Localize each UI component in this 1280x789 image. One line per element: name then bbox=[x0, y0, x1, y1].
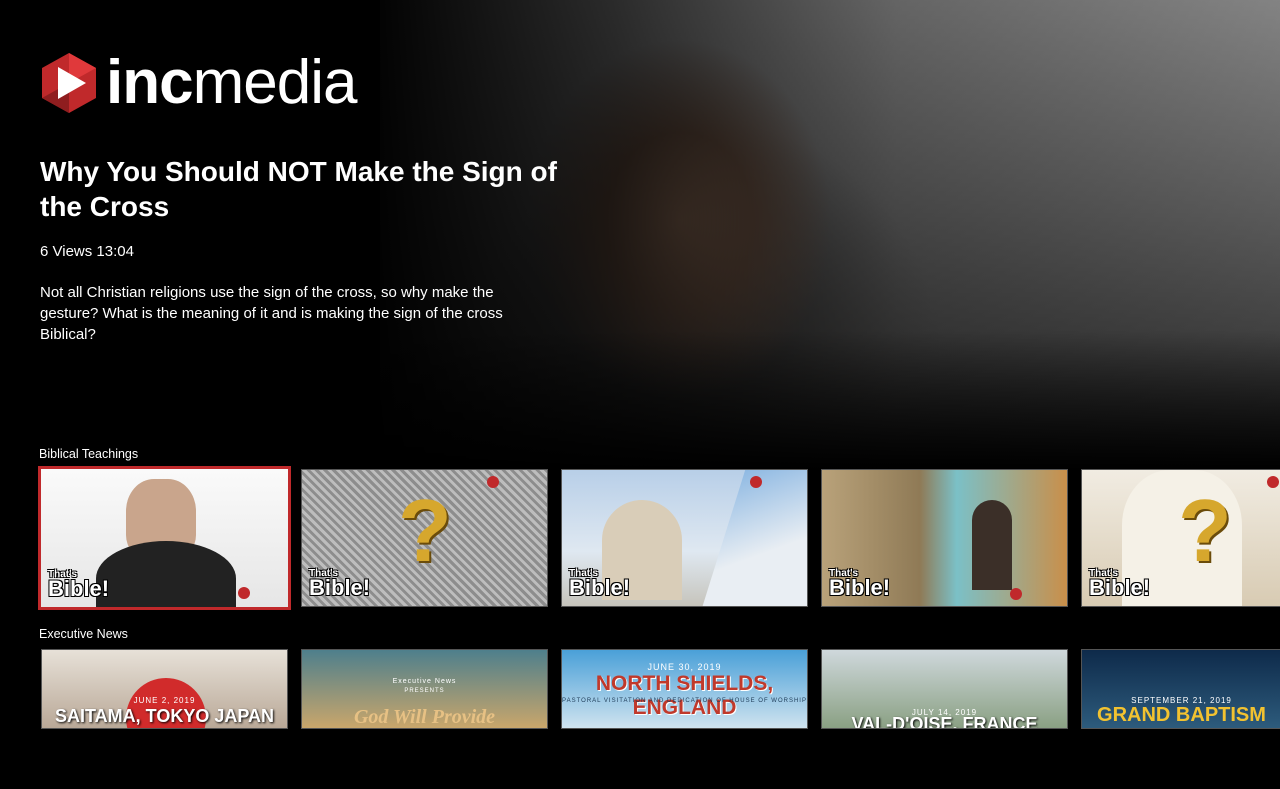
video-card[interactable]: ? That's Bible! bbox=[301, 469, 548, 607]
row-biblical-teachings: That's Bible! ? That's Bible! That's Bible!… bbox=[38, 466, 1280, 610]
app-logo: incmedia bbox=[40, 48, 357, 117]
play-logo-icon bbox=[42, 53, 96, 113]
video-card[interactable]: That's Bible! bbox=[38, 466, 291, 610]
row-label-biblical-teachings: Biblical Teachings bbox=[39, 447, 139, 461]
logo-wordmark: incmedia bbox=[106, 48, 357, 117]
thats-in-the-bible-badge: That's Bible! bbox=[309, 568, 371, 600]
chapel-graphic bbox=[702, 470, 807, 606]
incmedia-watermark-icon bbox=[487, 476, 499, 488]
news-title: VAL-D'OISE, FRANCE bbox=[851, 714, 1038, 729]
thats-in-the-bible-badge: That's Bible! bbox=[48, 569, 110, 601]
news-subtitle: PASTORAL VISITATION AND DEDICATION OF HO… bbox=[562, 698, 807, 704]
thats-in-the-bible-badge: That's Bible! bbox=[569, 568, 631, 600]
thumbnail-clothing bbox=[96, 541, 236, 607]
hero-gradient-bottom bbox=[0, 330, 1280, 470]
video-card[interactable]: Executive News PRESENTS God Will Provide bbox=[301, 649, 548, 729]
news-title: GRAND BAPTISM bbox=[1097, 704, 1266, 726]
row-label-executive-news: Executive News bbox=[39, 627, 128, 641]
featured-description: Not all Christian religions use the sign… bbox=[40, 284, 503, 343]
news-brand: Executive News bbox=[392, 678, 457, 685]
news-title: NORTH SHIELDS, ENGLAND bbox=[595, 672, 774, 719]
row-executive-news: JUNE 2, 2019 SAITAMA, TOKYO JAPAN Execut… bbox=[40, 649, 1280, 789]
news-date: JUNE 30, 2019 bbox=[647, 662, 722, 672]
thats-in-the-bible-badge: That's Bible! bbox=[829, 568, 891, 600]
thats-in-the-bible-badge: That's Bible! bbox=[1089, 568, 1151, 600]
incmedia-watermark-icon bbox=[1010, 588, 1022, 600]
news-title: SAITAMA, TOKYO JAPAN bbox=[54, 706, 274, 726]
news-date: JUNE 2, 2019 bbox=[133, 696, 196, 705]
news-title: God Will Provide bbox=[353, 706, 496, 728]
featured-title: Why You Should NOT Make the Sign of the … bbox=[40, 156, 557, 222]
incmedia-watermark-icon bbox=[1267, 476, 1279, 488]
video-card[interactable]: JULY 14, 2019 VAL-D'OISE, FRANCE bbox=[821, 649, 1068, 729]
question-mark-graphic: ? bbox=[1178, 481, 1232, 580]
video-card[interactable]: That's Bible! bbox=[821, 469, 1068, 607]
video-card[interactable]: SEPTEMBER 21, 2019 GRAND BAPTISM bbox=[1081, 649, 1280, 729]
video-card[interactable]: JUNE 30, 2019 NORTH SHIELDS, ENGLAND PAS… bbox=[561, 649, 808, 729]
video-card[interactable]: ? That's Bible! bbox=[1081, 469, 1280, 607]
incmedia-watermark-icon bbox=[750, 476, 762, 488]
question-mark-graphic: ? bbox=[398, 481, 452, 580]
person-silhouette bbox=[972, 500, 1012, 590]
incmedia-watermark-icon bbox=[238, 587, 250, 599]
news-presents: PRESENTS bbox=[404, 688, 445, 694]
featured-meta: 6 Views 13:04 bbox=[40, 243, 134, 260]
video-card[interactable]: JUNE 2, 2019 SAITAMA, TOKYO JAPAN bbox=[41, 649, 288, 729]
video-card[interactable]: That's Bible! bbox=[561, 469, 808, 607]
